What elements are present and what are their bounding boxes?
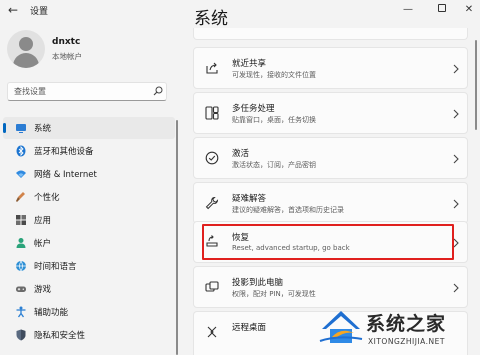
main-scrollbar[interactable] bbox=[475, 40, 477, 130]
search-icon[interactable] bbox=[153, 86, 163, 96]
chevron-right-icon bbox=[453, 109, 459, 119]
sidebar-item-label: 辅助功能 bbox=[34, 308, 69, 318]
sidebar-item-apps[interactable]: 应用 bbox=[3, 209, 175, 231]
gamepad-icon bbox=[16, 286, 26, 292]
card-title: 激活 bbox=[232, 149, 250, 159]
sidebar: dnxtc 本地帐户 查找设置 系统 蓝牙和其他设备 网络 & Internet bbox=[0, 22, 180, 355]
card-subtitle: 权限，配对 PIN，可发现性 bbox=[232, 290, 316, 298]
sidebar-item-label: 帐户 bbox=[34, 239, 52, 249]
avatar[interactable] bbox=[7, 30, 45, 68]
account-type: 本地帐户 bbox=[52, 52, 82, 61]
card-subtitle: 可发现性，接收的文件位置 bbox=[232, 71, 316, 79]
chevron-right-icon bbox=[453, 199, 459, 209]
maximize-icon bbox=[438, 4, 446, 12]
settings-card-multitasking[interactable]: 多任务处理 贴靠窗口，桌面，任务切换 bbox=[193, 92, 468, 134]
share-icon bbox=[206, 62, 218, 74]
house-logo-icon bbox=[319, 311, 363, 343]
search-placeholder: 查找设置 bbox=[14, 87, 46, 96]
sidebar-item-label: 应用 bbox=[34, 216, 52, 226]
monitor-icon bbox=[16, 124, 26, 133]
minimize-button[interactable]: — bbox=[399, 2, 417, 18]
avatar-body bbox=[13, 53, 39, 68]
apps-icon bbox=[16, 215, 26, 225]
settings-card-project-to-pc[interactable]: 投影到此电脑 权限，配对 PIN，可发现性 bbox=[193, 266, 468, 308]
highlight-box bbox=[202, 224, 454, 260]
settings-card-troubleshoot[interactable]: 疑难解答 建议的疑难解答，首选项和历史记录 bbox=[193, 182, 468, 224]
watermark-text: 系统之家 bbox=[366, 313, 447, 335]
chevron-right-icon bbox=[453, 154, 459, 164]
search-input[interactable]: 查找设置 bbox=[7, 82, 167, 101]
watermark-url: XITONGZHIJIA.NET bbox=[368, 337, 445, 346]
wrench-icon bbox=[205, 196, 219, 210]
sidebar-item-system[interactable]: 系统 bbox=[3, 117, 175, 139]
chevron-right-icon bbox=[453, 64, 459, 74]
window-title: 设置 bbox=[30, 7, 49, 17]
settings-card-activation[interactable]: 激活 激活状态，订阅，产品密钥 bbox=[193, 137, 468, 179]
sidebar-item-bluetooth[interactable]: 蓝牙和其他设备 bbox=[3, 140, 175, 162]
multitask-icon bbox=[205, 106, 219, 120]
brush-icon bbox=[16, 192, 25, 202]
sidebar-item-network[interactable]: 网络 & Internet bbox=[3, 163, 175, 185]
page-title: 系统 bbox=[194, 9, 228, 29]
check-circle-icon bbox=[205, 151, 219, 165]
active-indicator bbox=[3, 123, 6, 133]
remote-desktop-icon bbox=[207, 326, 217, 338]
globe-clock-icon bbox=[16, 260, 26, 272]
maximize-button[interactable] bbox=[433, 2, 451, 18]
card-title: 投影到此电脑 bbox=[232, 278, 284, 288]
sidebar-item-label: 个性化 bbox=[34, 193, 60, 203]
shield-icon bbox=[16, 329, 26, 341]
person-icon bbox=[16, 238, 26, 248]
sidebar-item-personalization[interactable]: 个性化 bbox=[3, 186, 175, 208]
card-title: 多任务处理 bbox=[232, 104, 275, 114]
sidebar-item-label: 隐私和安全性 bbox=[34, 331, 86, 341]
sidebar-item-label: 系统 bbox=[34, 124, 52, 134]
settings-card-nearby-sharing[interactable]: 就近共享 可发现性，接收的文件位置 bbox=[193, 47, 468, 89]
sidebar-item-label: 时间和语言 bbox=[34, 262, 77, 272]
accessibility-icon bbox=[16, 306, 26, 318]
card-subtitle: 激活状态，订阅，产品密钥 bbox=[232, 161, 316, 169]
sidebar-item-accounts[interactable]: 帐户 bbox=[3, 232, 175, 254]
card-subtitle: 建议的疑难解答，首选项和历史记录 bbox=[232, 206, 344, 214]
sidebar-item-label: 游戏 bbox=[34, 285, 52, 295]
back-arrow-icon[interactable]: ← bbox=[8, 3, 22, 17]
sidebar-item-label: 网络 & Internet bbox=[34, 170, 97, 180]
chevron-right-icon bbox=[453, 283, 459, 293]
project-icon bbox=[205, 281, 219, 292]
avatar-head bbox=[19, 37, 33, 51]
user-name: dnxtc bbox=[52, 37, 81, 47]
sidebar-item-privacy[interactable]: 隐私和安全性 bbox=[3, 324, 175, 346]
sidebar-item-accessibility[interactable]: 辅助功能 bbox=[3, 301, 175, 323]
sidebar-item-time-language[interactable]: 时间和语言 bbox=[3, 255, 175, 277]
wifi-icon bbox=[16, 170, 26, 178]
sidebar-item-label: 蓝牙和其他设备 bbox=[34, 147, 94, 157]
watermark: 系统之家 XITONGZHIJIA.NET bbox=[318, 305, 478, 353]
bluetooth-icon bbox=[16, 145, 26, 157]
card-subtitle: 贴靠窗口，桌面，任务切换 bbox=[232, 116, 316, 124]
close-button[interactable]: ✕ bbox=[460, 2, 478, 18]
card-title: 远程桌面 bbox=[232, 323, 267, 333]
title-bar: ← 设置 — ✕ bbox=[0, 0, 480, 22]
card-title: 疑难解答 bbox=[232, 194, 267, 204]
card-title: 就近共享 bbox=[232, 59, 267, 69]
sidebar-scrollbar[interactable] bbox=[176, 120, 178, 355]
sidebar-item-gaming[interactable]: 游戏 bbox=[3, 278, 175, 300]
settings-card-partial bbox=[193, 28, 468, 40]
